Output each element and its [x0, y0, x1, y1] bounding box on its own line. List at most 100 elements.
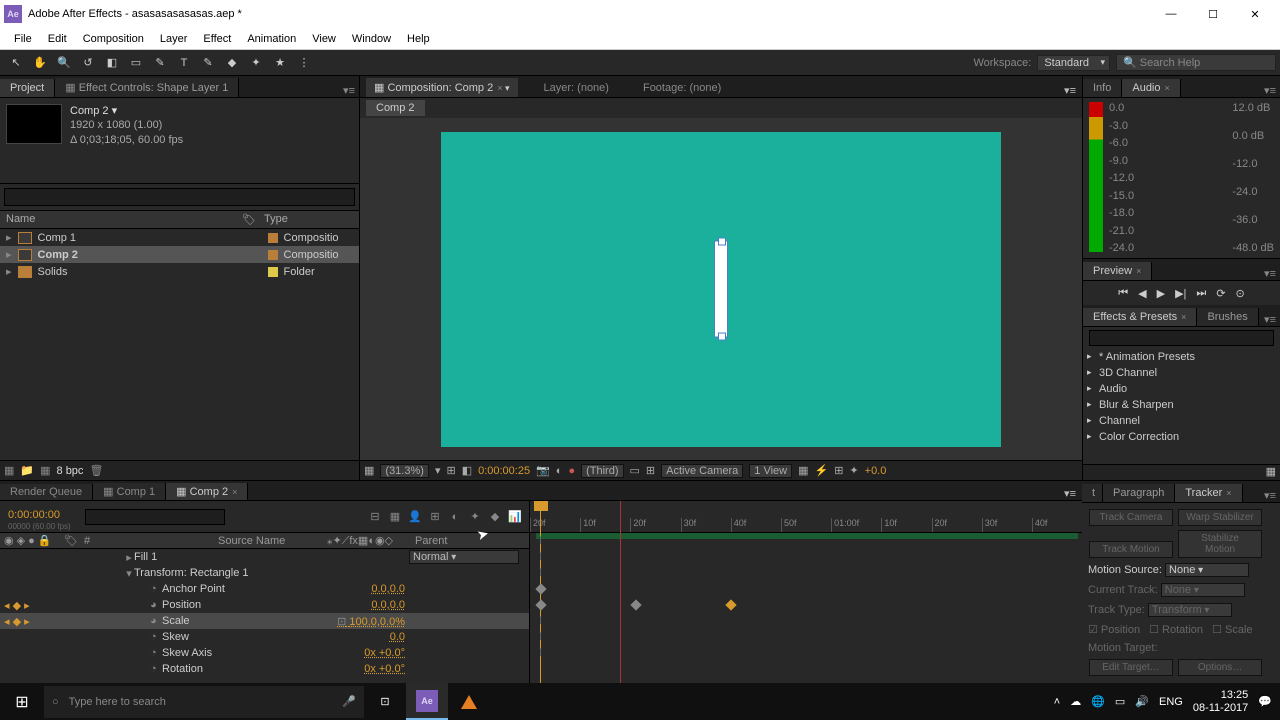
play-icon[interactable]: ▶	[1157, 287, 1165, 300]
menu-window[interactable]: Window	[344, 31, 399, 47]
exposure-value[interactable]: +0.0	[865, 465, 887, 477]
comp-subtab[interactable]: Comp 2	[366, 100, 425, 116]
draft-3d-icon[interactable]: ▦	[387, 509, 403, 525]
prev-frame-icon[interactable]: ◀	[1138, 287, 1146, 300]
tab-render-queue[interactable]: Render Queue	[0, 484, 93, 500]
project-search-input[interactable]	[4, 188, 355, 206]
menu-file[interactable]: File	[6, 31, 40, 47]
track-camera-button[interactable]: Track Camera	[1089, 509, 1173, 526]
blend-mode-dropdown[interactable]: Normal ▾	[409, 550, 519, 564]
mask-icon[interactable]: ◧	[462, 464, 472, 477]
menu-help[interactable]: Help	[399, 31, 438, 47]
composition-viewport[interactable]	[360, 118, 1082, 460]
tray-language[interactable]: ENG	[1159, 696, 1183, 708]
keyframe-icon[interactable]	[535, 583, 546, 594]
stopwatch-icon[interactable]: ◔	[150, 583, 162, 595]
puppet-tool-icon[interactable]: ⋮	[294, 53, 314, 73]
close-icon[interactable]: ×	[1181, 312, 1186, 322]
layer-row-fill[interactable]: ▸ Fill 1 Normal ▾	[0, 549, 529, 565]
tray-chevron-up-icon[interactable]: ˄	[1054, 696, 1060, 708]
taskbar-search[interactable]: ○ Type here to search 🎤	[44, 686, 364, 718]
menu-edit[interactable]: Edit	[40, 31, 75, 47]
tab-layer[interactable]: Layer: (none)	[536, 79, 617, 97]
project-item-comp2[interactable]: ▸ Comp 2 Compositio	[0, 246, 359, 263]
brainstorm-icon[interactable]: ✦	[467, 509, 483, 525]
resolution-icon[interactable]: ▾	[435, 464, 441, 477]
property-row-rotation[interactable]: ◔ Rotation 0x +0.0°	[0, 661, 529, 677]
tab-footage[interactable]: Footage: (none)	[635, 79, 729, 97]
tab-effects-presets[interactable]: Effects & Presets×	[1083, 308, 1197, 326]
keyframe-icon[interactable]	[630, 599, 641, 610]
rect-tool-icon[interactable]: ▭	[126, 53, 146, 73]
column-name[interactable]: Name	[6, 213, 242, 226]
delete-icon[interactable]: 🗑	[89, 464, 103, 477]
timeline-tracks[interactable]: I I I I I I	[530, 533, 1082, 693]
tab-tracker[interactable]: Tracker×	[1175, 484, 1242, 502]
stopwatch-icon[interactable]: ◔	[150, 647, 162, 659]
tab-composition[interactable]: ▦ Composition: Comp 2×	[366, 78, 518, 97]
tab-project[interactable]: Project	[0, 79, 55, 97]
effects-category[interactable]: Audio	[1083, 381, 1280, 397]
menu-layer[interactable]: Layer	[152, 31, 196, 47]
twirl-icon[interactable]: ▸	[6, 265, 12, 278]
loop-icon[interactable]: ⟳	[1216, 287, 1225, 300]
guides-icon[interactable]: ⊞	[646, 464, 655, 477]
timecode-display[interactable]: 0:00:00:25	[478, 465, 530, 477]
keyframe-selected-icon[interactable]	[725, 599, 736, 610]
stabilize-motion-button[interactable]: Stabilize Motion	[1178, 530, 1262, 558]
warp-stabilizer-button[interactable]: Warp Stabilizer	[1178, 509, 1262, 526]
property-value[interactable]: 0.0,0.0	[371, 583, 405, 595]
camera-tool-icon[interactable]: ◧	[102, 53, 122, 73]
composition-canvas[interactable]	[441, 132, 1001, 447]
pixel-aspect-icon[interactable]: ▦	[798, 464, 808, 477]
workspace-dropdown[interactable]: Standard	[1037, 55, 1110, 71]
close-icon[interactable]: ×	[1226, 488, 1231, 498]
tab-effect-controls[interactable]: ▦ Effect Controls: Shape Layer 1	[55, 78, 239, 97]
tray-network-icon[interactable]: 🌐	[1091, 695, 1105, 708]
eraser-tool-icon[interactable]: ✦	[246, 53, 266, 73]
menu-view[interactable]: View	[304, 31, 344, 47]
stopwatch-icon[interactable]: ◕	[150, 599, 162, 611]
show-channel-icon[interactable]: ◐	[556, 465, 563, 477]
fast-preview-icon[interactable]: ⚡	[815, 464, 829, 477]
close-button[interactable]: ✕	[1234, 2, 1276, 26]
task-view-icon[interactable]: ⊡	[364, 683, 406, 720]
tab-info[interactable]: Info	[1083, 79, 1122, 97]
column-type[interactable]: Type	[264, 213, 288, 226]
current-track-dropdown[interactable]: None ▾	[1161, 583, 1245, 597]
tray-volume-icon[interactable]: 🔊	[1135, 695, 1149, 708]
twirl-icon[interactable]: ▸	[124, 551, 134, 564]
checkbox-position[interactable]: ☑ Position	[1088, 624, 1140, 636]
comp-mini-flowchart-icon[interactable]: ⊟	[367, 509, 383, 525]
timeline-icon[interactable]: ⊞	[834, 464, 843, 477]
property-value[interactable]: 0x +0.0°	[364, 647, 405, 659]
cti-head-icon[interactable]	[534, 501, 548, 511]
zoom-tool-icon[interactable]: 🔍	[54, 53, 74, 73]
new-comp-icon[interactable]: ▦	[40, 464, 50, 477]
tray-onedrive-icon[interactable]: ☁	[1070, 695, 1081, 708]
pen-tool-icon[interactable]: ✎	[150, 53, 170, 73]
property-value[interactable]: 0.0	[390, 631, 405, 643]
property-row-anchor[interactable]: ◔ Anchor Point 0.0,0.0	[0, 581, 529, 597]
effects-category[interactable]: Channel	[1083, 413, 1280, 429]
minimize-button[interactable]: —	[1150, 2, 1192, 26]
effects-category[interactable]: Color Correction	[1083, 429, 1280, 445]
options-button[interactable]: Options…	[1178, 659, 1262, 676]
column-source-name[interactable]: Source Name	[218, 535, 305, 547]
project-item-comp1[interactable]: ▸ Comp 1 Compositio	[0, 229, 359, 246]
close-icon[interactable]: ×	[1136, 266, 1141, 276]
effects-category[interactable]: 3D Channel	[1083, 365, 1280, 381]
timeline-search-input[interactable]	[85, 509, 225, 525]
column-label-icon[interactable]: 🏷	[242, 213, 256, 226]
effects-footer-icon[interactable]: ▦	[1083, 464, 1280, 480]
stopwatch-icon[interactable]: ◔	[150, 663, 162, 675]
panel-menu-icon[interactable]: ▾≡	[1264, 489, 1276, 502]
shape-layer-rectangle[interactable]	[715, 242, 727, 337]
hand-tool-icon[interactable]: ✋	[30, 53, 50, 73]
last-frame-icon[interactable]: ⏭	[1196, 287, 1206, 300]
tab-preview[interactable]: Preview×	[1083, 262, 1152, 280]
twirl-icon[interactable]: ▸	[6, 248, 12, 261]
notifications-icon[interactable]: 💬	[1258, 695, 1272, 708]
snapshot-icon[interactable]: 📷	[536, 464, 550, 477]
camera-dropdown[interactable]: Active Camera	[661, 464, 743, 478]
